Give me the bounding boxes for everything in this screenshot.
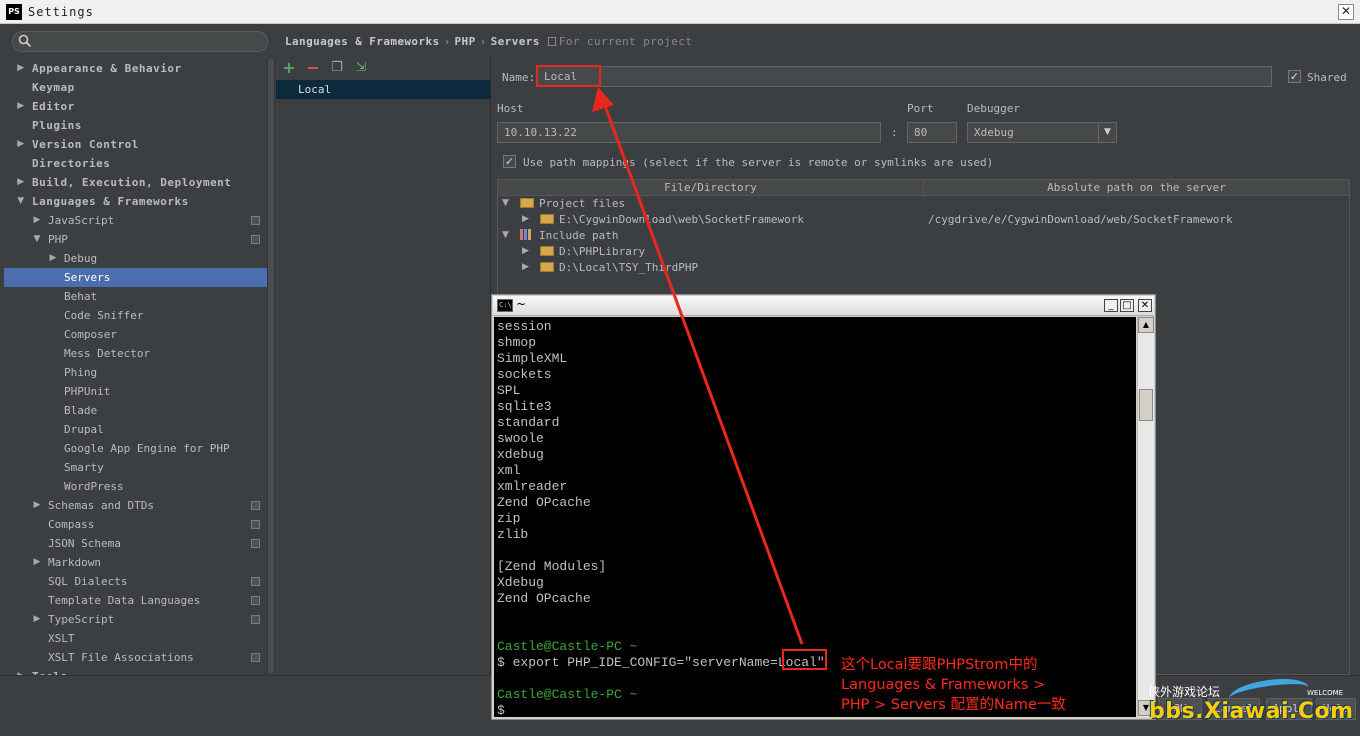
annotation-arrow <box>592 87 804 645</box>
watermark-logo: 侠外游戏论坛 WELCOME bbs.Xiawai.Com <box>1147 674 1357 734</box>
watermark-welcome: WELCOME <box>1307 689 1344 697</box>
watermark-url: bbs.Xiawai.Com <box>1149 699 1354 724</box>
annotation-line: PHP > Servers 配置的Name一致 <box>841 697 1066 713</box>
annotation-line: Languages & Frameworks > <box>841 677 1046 693</box>
watermark-cn: 侠外游戏论坛 <box>1148 685 1221 699</box>
annotation-line: 这个Local要跟PHPStrom中的 <box>841 657 1038 673</box>
annotation-note: 这个Local要跟PHPStrom中的 Languages & Framewor… <box>841 655 1066 715</box>
